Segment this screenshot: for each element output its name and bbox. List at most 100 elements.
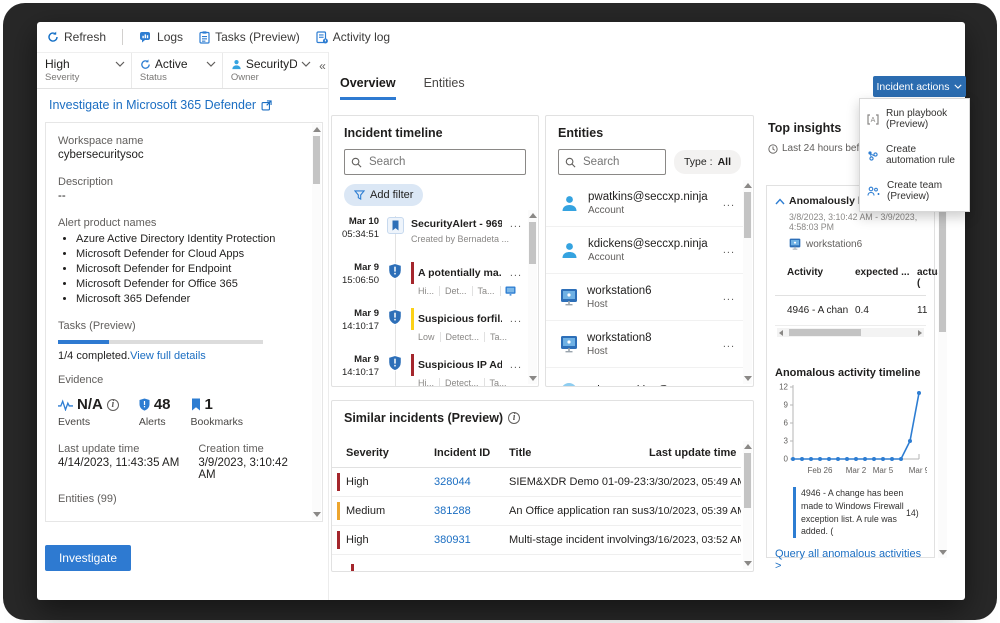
defender-monitor-icon [505,286,516,296]
workspace-name-label: Workspace name [58,135,302,147]
entities-search-input[interactable] [581,155,659,169]
entities-search-box[interactable] [558,149,666,175]
severity-dropdown[interactable]: High Severity [37,53,132,88]
scroll-left-icon[interactable] [779,330,783,336]
more-options-button[interactable]: ... [506,216,526,232]
severity-bar [411,354,414,376]
account-icon [560,194,579,213]
owner-label: Owner [231,72,311,83]
scrollbar-thumb[interactable] [744,192,751,238]
scrollbar-thumb[interactable] [744,453,751,508]
details-scrollbar[interactable] [312,124,321,520]
entity-row[interactable]: workstation6 Host ... [546,274,743,321]
menu-item-create-team[interactable]: Create team (Preview) [860,173,969,209]
menu-item-label: Run playbook (Preview) [886,108,962,130]
logs-button[interactable]: Logs [139,30,183,44]
activity-log-button[interactable]: Activity log [316,30,390,44]
more-options-button[interactable]: ... [506,357,526,373]
info-icon[interactable]: i [508,412,520,424]
entity-row[interactable]: kdickens@seccxp.ninja Account ... [546,227,743,274]
query-anomalous-link[interactable]: Query all anomalous activities > [775,548,926,572]
bookmarks-stat: 1 Bookmarks [191,396,244,428]
insight-hscrollbar[interactable] [777,328,924,337]
more-options-button[interactable]: ... [719,195,739,211]
scroll-down-icon[interactable] [744,376,752,381]
entity-row[interactable]: pwatkins@seccxp.ninja Account ... [546,180,743,227]
table-row[interactable]: Medium 381288 An Office application ran … [332,497,741,526]
type-filter-pill[interactable]: Type : All [674,150,741,174]
investigate-m365-link[interactable]: Investigate in Microsoft 365 Defender [49,98,272,112]
tab-overview[interactable]: Overview [340,76,396,100]
entity-row[interactable]: workstation8 Host ... [546,321,743,368]
chevron-down-icon [206,61,216,67]
timeline-badge: Detect... [441,332,486,342]
timeline-item[interactable]: Mar 1005:34:51 SecurityAlert - 969... ..… [332,210,528,256]
entity-row[interactable]: adm.pwatkins@seccxp.ninja... ... [546,368,743,386]
last-update-value: 4/14/2023, 11:43:35 AM [58,457,198,469]
logs-icon [139,31,152,43]
activity-log-label: Activity log [333,30,390,44]
scrollbar-thumb[interactable] [529,222,536,264]
scrollbar-thumb[interactable] [789,329,861,336]
incident-id-link[interactable]: 328044 [434,476,509,488]
column-header: Severity [346,447,434,459]
more-options-button[interactable]: ... [719,336,739,352]
incident-actions-button[interactable]: Incident actions [873,76,966,97]
bookmarks-stat-label: Bookmarks [191,416,244,428]
menu-item-run-playbook[interactable]: A Run playbook (Preview) [860,101,969,137]
timeline-scrollbar[interactable] [528,210,537,384]
chevron-down-icon [301,61,311,67]
incident-id-link[interactable]: 381288 [434,505,509,517]
timeline-item[interactable]: Mar 915:06:50 A potentially ma... ... Hi… [332,256,528,302]
incident-timeline-card: Incident timeline Add filter Mar 1005:34… [331,115,539,387]
timeline-search-box[interactable] [344,149,526,175]
logs-label: Logs [157,30,183,44]
collapse-panel-button[interactable]: « [317,53,328,88]
timeline-badge: Detect... [440,378,485,386]
tab-entities[interactable]: Entities [424,76,465,100]
similar-scrollbar[interactable] [743,441,752,569]
scroll-up-icon[interactable] [744,183,752,188]
insights-scrollbar[interactable] [938,185,947,558]
tasks-label: Tasks (Preview) [215,30,300,44]
refresh-button[interactable]: Refresh [47,30,106,44]
more-options-button[interactable]: ... [719,383,739,386]
host-icon [560,288,578,306]
incident-id-link[interactable]: 380931 [434,534,509,546]
entities-scrollbar[interactable] [743,180,752,384]
insight-table-row[interactable]: 4946 - A chan 0.4 11 [775,296,926,326]
tasks-button[interactable]: Tasks (Preview) [199,30,300,44]
insight-card: Anomalously high number of a ... i 3/8/2… [766,185,935,558]
status-dropdown[interactable]: Active Status [132,53,223,88]
panel-divider [328,52,329,600]
timeline-item[interactable]: Mar 914:10:17 Suspicious forfil... ... L… [332,302,528,348]
note-text: 4946 - A change has been made to Windows… [796,487,904,538]
add-filter-button[interactable]: Add filter [344,184,423,206]
search-icon [351,157,362,168]
scroll-down-icon[interactable] [313,512,321,517]
owner-dropdown[interactable]: SecurityDem... Owner [223,53,317,88]
info-icon[interactable]: i [107,399,119,411]
menu-item-create-automation-rule[interactable]: Create automation rule [860,137,969,173]
timeline-item-date: Mar 9 [332,308,379,321]
investigate-button[interactable]: Investigate [45,545,131,571]
scroll-down-icon[interactable] [529,376,537,381]
scroll-up-icon[interactable] [744,444,752,449]
timeline-search-input[interactable] [367,155,519,169]
more-options-button[interactable]: ... [719,289,739,305]
more-options-button[interactable]: ... [506,265,526,281]
scroll-up-icon[interactable] [313,127,321,132]
scroll-down-icon[interactable] [939,550,947,555]
scroll-up-icon[interactable] [529,213,537,218]
severity-bar [337,502,340,520]
view-full-details-link[interactable]: View full details [130,350,206,362]
table-row[interactable]: High 328044 SIEM&XDR Demo 01-09-23: Mul.… [332,468,741,497]
timeline-item[interactable]: Mar 914:10:17 Suspicious IP Ad... ... Hi… [332,348,528,386]
chevron-up-icon[interactable] [775,198,785,205]
scroll-down-icon[interactable] [744,561,752,566]
more-options-button[interactable]: ... [506,311,526,327]
table-row[interactable]: High 380931 Multi-stage incident involvi… [332,526,741,555]
scroll-right-icon[interactable] [918,330,922,336]
scrollbar-thumb[interactable] [313,136,320,184]
more-options-button[interactable]: ... [719,242,739,258]
